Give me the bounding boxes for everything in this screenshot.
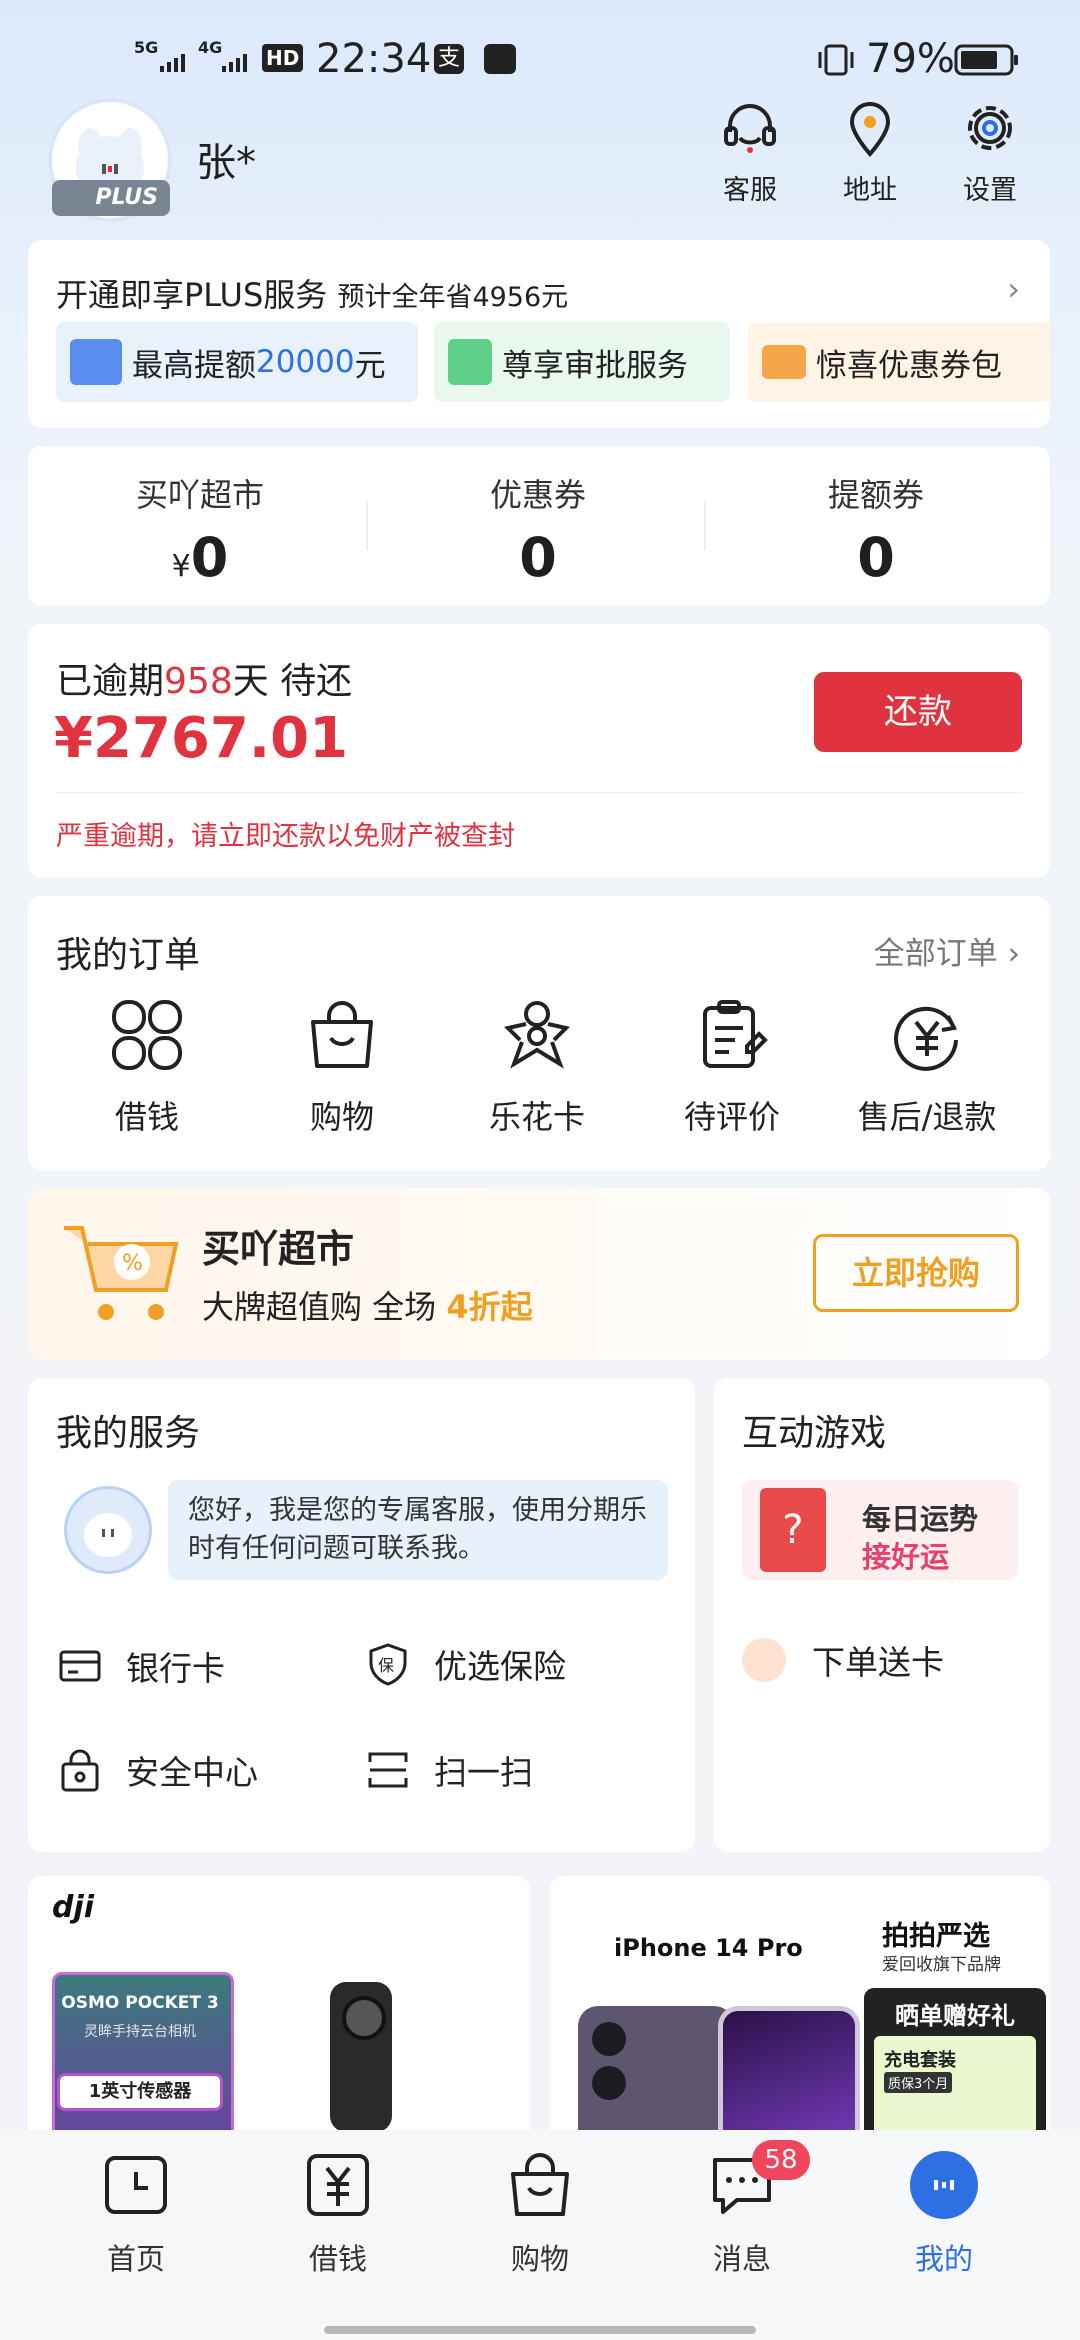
iphone-title: iPhone 14 Pro — [614, 1934, 803, 1962]
yen-icon — [307, 2154, 369, 2216]
address-button[interactable]: 地址 — [820, 98, 920, 207]
hd-badge: HD — [262, 44, 304, 72]
svg-text:%: % — [122, 1251, 143, 1276]
clock-icon — [105, 2156, 167, 2214]
gear-icon — [968, 106, 1012, 150]
home-indicator[interactable] — [324, 2326, 756, 2334]
buy-now-button[interactable]: 立即抢购 — [813, 1234, 1019, 1312]
stat-limit-coupon[interactable]: 提额券 0 — [726, 470, 1026, 589]
alipay-icon: 支 — [434, 44, 464, 74]
plus-chip-credit[interactable]: 最高提额 20000 元 — [56, 322, 418, 402]
services-title: 我的服务 — [56, 1413, 201, 1454]
stat-coupon[interactable]: 优惠券 0 — [388, 470, 688, 589]
paipai-logo: 拍拍严选 — [882, 1921, 990, 1952]
gift-box-icon — [742, 1638, 786, 1682]
location-pin-icon — [849, 102, 891, 157]
headset-icon — [724, 104, 776, 153]
service-insurance[interactable]: 保 优选保险 — [366, 1640, 566, 1688]
plus-badge: PLUS — [52, 180, 170, 216]
settings-button[interactable]: 设置 — [940, 98, 1040, 207]
divider — [366, 500, 368, 550]
battery-icon — [954, 44, 1020, 80]
shopping-bag-icon — [311, 1001, 373, 1068]
nav-me[interactable]: 我的 — [864, 2150, 1024, 2278]
iphone-ad-banner[interactable]: iPhone 14 Pro 拍拍严选 爱回收旗下品牌 晒单赠好礼 充电套装 质保… — [550, 1876, 1050, 2136]
signal-bars-icon — [222, 52, 252, 76]
divider — [56, 792, 1022, 793]
battery-percent: 79% — [866, 36, 955, 82]
review-clipboard-icon — [703, 1000, 768, 1068]
chevron-right-icon[interactable]: › — [1007, 270, 1020, 308]
overdue-status: 已逾期958天 待还 — [56, 661, 353, 702]
service-scan[interactable]: 扫一扫 — [366, 1746, 533, 1794]
order-to-review[interactable]: 待评价 — [637, 998, 827, 1138]
repay-card: 已逾期958天 待还 ¥2767.01 还款 严重逾期，请立即还款以免财产被查封 — [28, 624, 1050, 878]
amount-due: ¥2767.01 — [54, 706, 349, 771]
signal-bars-icon — [160, 52, 190, 72]
user-name: 张* — [196, 140, 256, 186]
supermarket-promo[interactable]: % 买吖超市 大牌超值购 全场 4折起 立即抢购 — [28, 1188, 1050, 1360]
order-refund[interactable]: 售后/退款 — [832, 998, 1022, 1138]
games-card: 互动游戏 ? 每日运势 接好运 下单送卡 — [714, 1378, 1050, 1852]
refund-yen-icon — [894, 1006, 958, 1071]
daily-fortune-banner[interactable]: ? 每日运势 接好运 — [742, 1480, 1018, 1580]
nav-home[interactable]: 首页 — [56, 2150, 216, 2278]
stat-supermarket[interactable]: 买吖超市 ¥0 — [50, 470, 350, 589]
divider — [704, 500, 706, 550]
bot-avatar — [64, 1486, 152, 1574]
order-flower-card[interactable]: 乐花卡 — [442, 998, 632, 1138]
gift-panel: 晒单赠好礼 充电套装 质保3个月 — [864, 1988, 1046, 2136]
approval-icon — [448, 339, 492, 385]
all-orders-link[interactable]: 全部订单 › — [874, 928, 1020, 973]
nav-shopping[interactable]: 购物 — [460, 2150, 620, 2278]
nav-borrow[interactable]: 借钱 — [258, 2150, 418, 2278]
signal-5g: 5G — [134, 38, 159, 57]
iphone-front-image — [718, 2006, 860, 2136]
insurance-shield-icon: 保 — [369, 1643, 407, 1686]
bank-card-icon — [59, 1650, 101, 1682]
scan-icon — [368, 1752, 408, 1788]
iphone-back-image — [578, 2006, 734, 2136]
service-security-center[interactable]: 安全中心 — [58, 1746, 258, 1794]
games-title: 互动游戏 — [742, 1413, 887, 1454]
customer-service-button[interactable]: 客服 — [700, 98, 800, 207]
osmo-camera-image — [330, 1982, 392, 2132]
order-gift-card[interactable]: 下单送卡 — [742, 1636, 944, 1684]
plus-title: 开通即享PLUS服务 — [56, 276, 328, 314]
unread-badge: 58 — [752, 2140, 810, 2180]
dji-ad-banner[interactable]: dji OSMO POCKET 3 灵眸手持云台相机 1英寸传感器 — [28, 1876, 530, 2136]
promo-subtitle: 大牌超值购 全场 4折起 — [202, 1288, 533, 1326]
plus-chip-approval[interactable]: 尊享审批服务 — [434, 322, 730, 402]
signal-4g: 4G — [198, 38, 223, 57]
vibrate-icon — [816, 44, 856, 80]
service-bank-card[interactable]: 银行卡 — [58, 1642, 225, 1690]
order-borrow[interactable]: 借钱 — [52, 998, 242, 1138]
plus-subtitle: 预计全年省4956元 — [337, 282, 569, 313]
lock-icon — [61, 1749, 99, 1792]
bot-message[interactable]: 您好，我是您的专属客服，使用分期乐时有任何问题可联系我。 — [168, 1480, 668, 1580]
osmo-box: OSMO POCKET 3 灵眸手持云台相机 1英寸传感器 — [52, 1972, 234, 2136]
fortune-book-icon: ? — [760, 1488, 826, 1572]
credit-limit-icon — [70, 339, 122, 385]
repay-button[interactable]: 还款 — [814, 672, 1022, 752]
shopping-cart-icon: % — [54, 1218, 188, 1328]
plus-chip-coupon[interactable]: 惊喜优惠券包 — [748, 322, 1050, 402]
promo-title: 买吖超市 — [202, 1227, 355, 1271]
order-shopping[interactable]: 购物 — [247, 998, 437, 1138]
orders-title: 我的订单 — [56, 935, 201, 976]
shopping-bag-icon — [511, 2153, 569, 2216]
coupon-icon — [762, 345, 806, 379]
paipai-subtitle: 爱回收旗下品牌 — [882, 1955, 1001, 1975]
svg-text:保: 保 — [378, 1656, 394, 1675]
clock-time: 22:34 — [316, 36, 432, 82]
profile-dot-icon — [910, 2151, 978, 2219]
flower-card-icon — [504, 1001, 570, 1069]
app-notification-icon — [484, 44, 516, 74]
grid-petal-icon — [112, 1000, 182, 1070]
dji-logo: dji — [52, 1890, 95, 1925]
overdue-warning: 严重逾期，请立即还款以免财产被查封 — [56, 821, 515, 852]
